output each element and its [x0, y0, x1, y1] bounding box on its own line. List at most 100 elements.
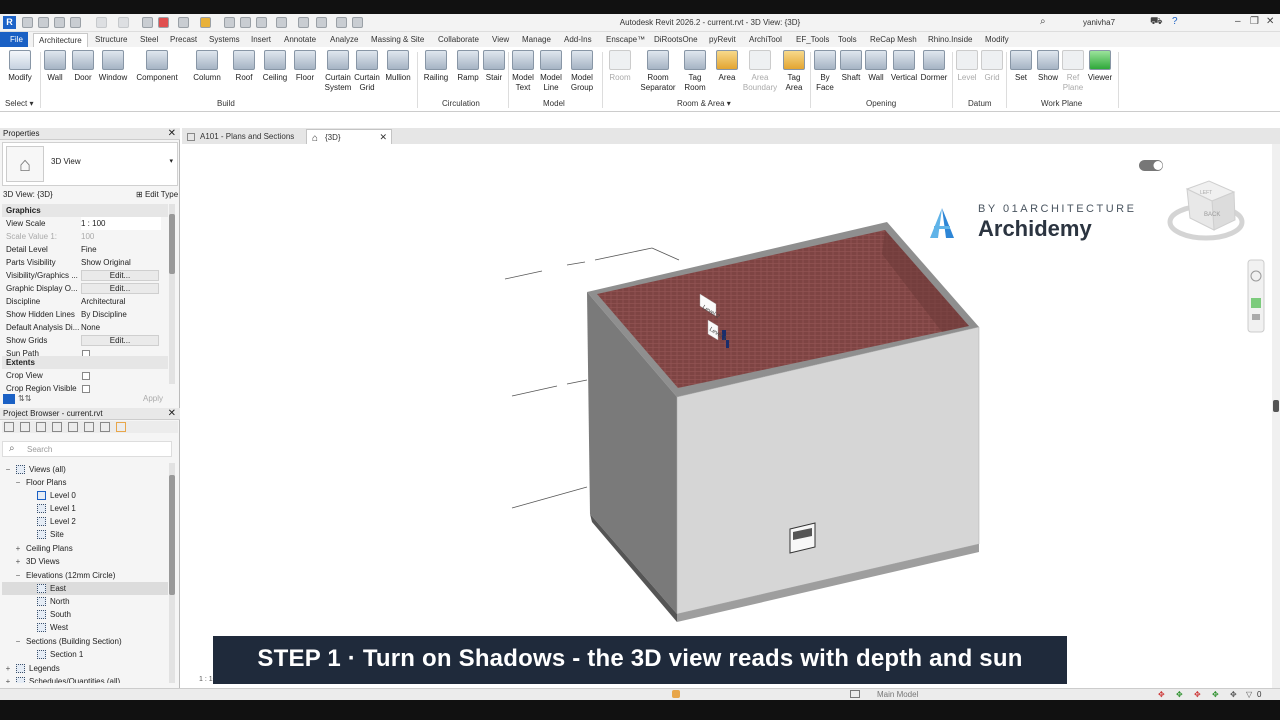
stair-button[interactable]: Stair [482, 50, 506, 83]
active-model[interactable]: Main Model [877, 690, 918, 699]
ref-plane-button[interactable]: Ref Plane [1062, 50, 1084, 93]
tab-manage[interactable]: Manage [522, 33, 551, 47]
tab-dirootsone[interactable]: DiRootsOne [654, 33, 698, 47]
tab-architecture[interactable]: Architecture [33, 33, 88, 47]
tab-rhino-inside[interactable]: Rhino.Inside [928, 33, 972, 47]
close-icon[interactable]: ✕ [168, 128, 176, 140]
section-icon[interactable] [298, 17, 309, 28]
tree-level-1[interactable]: Level 1 [2, 502, 168, 515]
model-text-button[interactable]: Model Text [510, 50, 536, 93]
set-button[interactable]: Set [1009, 50, 1033, 83]
tree-south[interactable]: South [2, 608, 168, 621]
undo-icon[interactable] [96, 17, 107, 28]
drag-elements-icon[interactable]: ✥ [1230, 690, 1237, 699]
select-underlay-icon[interactable]: ✥ [1176, 690, 1183, 699]
switch-windows-icon[interactable] [352, 17, 363, 28]
tag-room-button[interactable]: Tag Room [682, 50, 708, 93]
filter-icon[interactable] [68, 422, 78, 432]
pdf-icon[interactable] [158, 17, 169, 28]
view-tab-3d[interactable]: ⌂ {3D} ✕ [306, 129, 392, 144]
sync-icon[interactable] [70, 17, 81, 28]
prop-visibility-graphics[interactable]: Visibility/Graphics ... Edit... [2, 269, 168, 282]
tab-annotate[interactable]: Annotate [284, 33, 316, 47]
properties-scrollbar[interactable] [169, 204, 175, 384]
minimize-icon[interactable]: – [1235, 16, 1241, 27]
tab-modify[interactable]: Modify [985, 33, 1009, 47]
tab-tools[interactable]: Tools [838, 33, 857, 47]
3d-view-canvas[interactable]: Level 2 Level 1 LEFT BACK 1 : 100 [182, 144, 1272, 688]
area-boundary-button[interactable]: Area Boundary [742, 50, 778, 93]
navigation-bar[interactable] [1247, 259, 1265, 333]
text-icon[interactable] [256, 17, 267, 28]
ceiling-button[interactable]: Ceiling [260, 50, 290, 83]
model-icon[interactable] [850, 690, 860, 698]
edit-button[interactable]: Edit... [81, 283, 159, 294]
scroll-thumb[interactable] [169, 475, 175, 595]
tab-systems[interactable]: Systems [209, 33, 240, 47]
tab-view[interactable]: View [492, 33, 509, 47]
prop-show-grids[interactable]: Show Grids Edit... [2, 334, 168, 347]
by-face-button[interactable]: By Face [813, 50, 837, 93]
model-group-button[interactable]: Model Group [567, 50, 597, 93]
prop-crop-view[interactable]: Crop View [2, 369, 168, 382]
tree-views-all[interactable]: − Views (all) [2, 463, 168, 476]
crop-region-checkbox[interactable] [82, 385, 90, 393]
restore-icon[interactable]: ❐ [1250, 16, 1259, 27]
scroll-thumb[interactable] [1273, 400, 1279, 412]
prop-view-scale[interactable]: View Scale 1 : 100 [2, 217, 168, 230]
section-view-icon[interactable] [36, 422, 46, 432]
tree-floor-plans[interactable]: − Floor Plans [2, 476, 168, 489]
extents-section[interactable]: Extents [2, 356, 168, 369]
ramp-button[interactable]: Ramp [455, 50, 481, 83]
edit-type-button[interactable]: ⊞ Edit Type [136, 190, 178, 199]
roof-button[interactable]: Roof [232, 50, 256, 83]
tab-collaborate[interactable]: Collaborate [438, 33, 479, 47]
grid-button[interactable]: Grid [981, 50, 1003, 83]
tab-analyze[interactable]: Analyze [330, 33, 358, 47]
link-icon[interactable] [116, 422, 126, 432]
scroll-thumb[interactable] [169, 214, 175, 274]
vertical-button[interactable]: Vertical [889, 50, 919, 83]
dimension-icon[interactable] [200, 17, 211, 28]
tag-icon[interactable] [224, 17, 235, 28]
show-button[interactable]: Show [1035, 50, 1061, 83]
tab-massing-site[interactable]: Massing & Site [371, 33, 424, 47]
cart-icon[interactable]: ⛟ [1150, 16, 1163, 29]
open-icon[interactable] [22, 17, 33, 28]
legend-icon[interactable] [100, 422, 110, 432]
railing-button[interactable]: Railing [421, 50, 451, 83]
sheet-icon[interactable] [52, 422, 62, 432]
curtain-grid-button[interactable]: Curtain Grid [353, 50, 381, 93]
select-panel-label[interactable]: Select ▾ [5, 99, 33, 108]
select-links-icon[interactable]: ✥ [1158, 690, 1165, 699]
tab-structure[interactable]: Structure [95, 33, 127, 47]
print-icon[interactable] [142, 17, 153, 28]
tree-west[interactable]: West [2, 621, 168, 634]
help-icon[interactable]: ? [1172, 16, 1178, 27]
close-icon[interactable]: ✕ [168, 408, 176, 420]
edit-button[interactable]: Edit... [81, 335, 159, 346]
close-windows-icon[interactable] [336, 17, 347, 28]
wall-opening-button[interactable]: Wall [865, 50, 887, 83]
3d-model-svg[interactable]: Level 2 Level 1 LEFT BACK 1 : 100 [182, 144, 1272, 688]
close-window-icon[interactable]: ✕ [1266, 16, 1274, 27]
select-by-face-icon[interactable]: ✥ [1212, 690, 1219, 699]
dormer-button[interactable]: Dormer [919, 50, 949, 83]
tab-add-ins[interactable]: Add-Ins [564, 33, 592, 47]
apply-button[interactable]: Apply [143, 394, 163, 403]
tree-3d-views[interactable]: +3D Views [2, 555, 168, 568]
instance-selector[interactable]: 3D View: {3D} [3, 190, 53, 199]
search-binoculars-icon[interactable]: ⌕ [1040, 16, 1046, 27]
tree-east[interactable]: East [2, 582, 168, 595]
prop-default-analysis[interactable]: Default Analysis Di... None [2, 321, 168, 334]
prop-graphic-display[interactable]: Graphic Display O... Edit... [2, 282, 168, 295]
tree-site[interactable]: Site [2, 528, 168, 541]
browser-search[interactable]: ⌕ Search [2, 441, 172, 457]
prop-parts-visibility[interactable]: Parts Visibility Show Original [2, 256, 168, 269]
room-area-panel-label[interactable]: Room & Area ▾ [677, 99, 731, 108]
tree-legends[interactable]: + Legends [2, 662, 168, 675]
schedule-icon[interactable] [84, 422, 94, 432]
edit-button[interactable]: Edit... [81, 270, 159, 281]
default-3d-icon[interactable] [276, 17, 287, 28]
floor-button[interactable]: Floor [293, 50, 317, 83]
